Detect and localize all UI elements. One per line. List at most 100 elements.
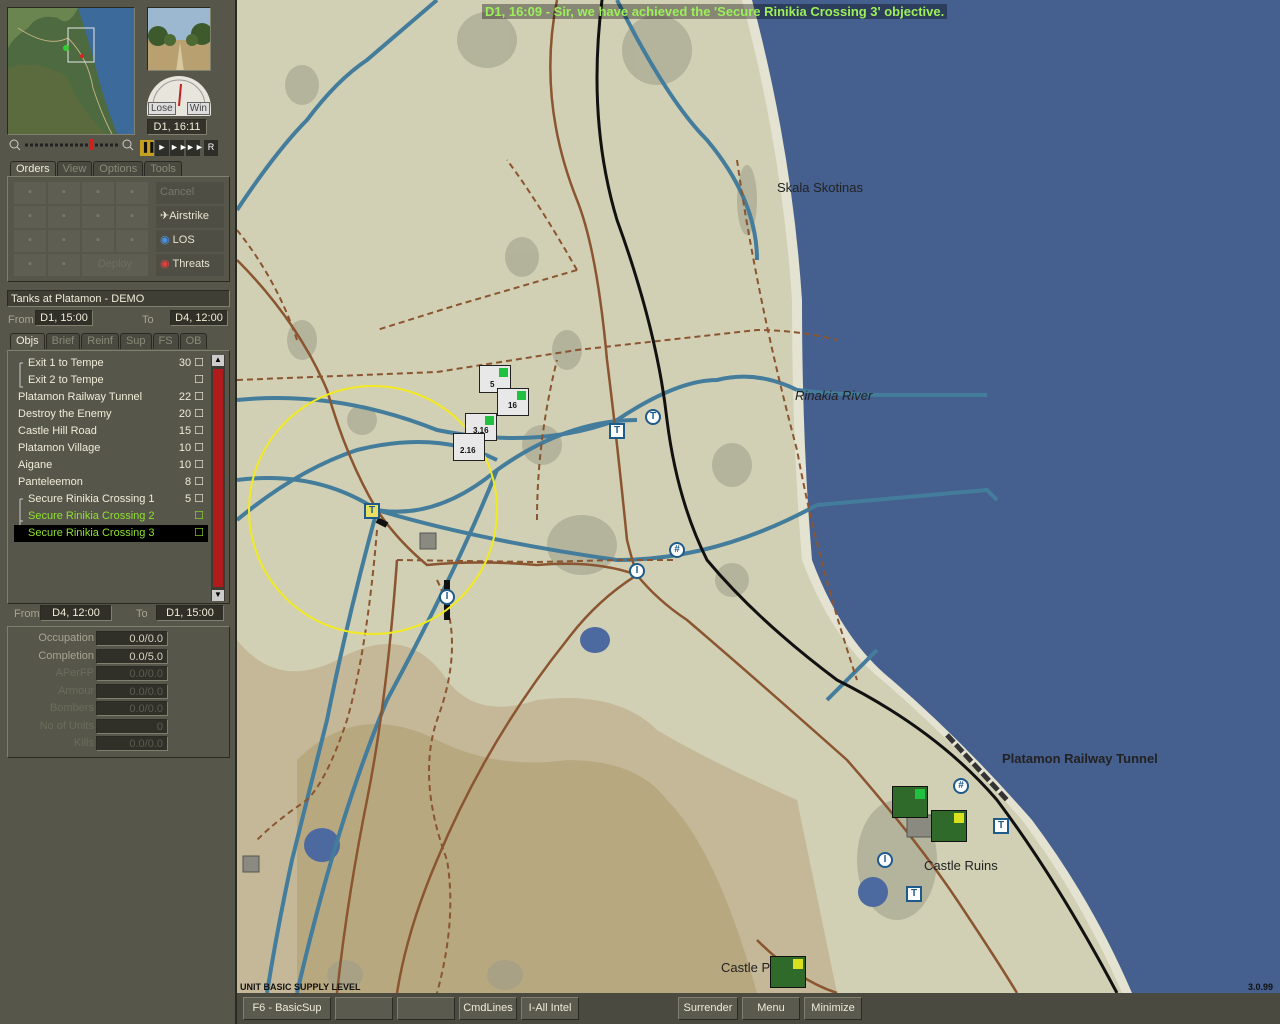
scroll-up-icon[interactable]: ▲ <box>212 355 224 366</box>
checkbox-icon[interactable]: ☐ <box>191 459 204 471</box>
objectives-scrollbar[interactable]: ▲ ▼ <box>211 355 225 601</box>
stat-label: No of Units <box>39 719 94 732</box>
objective-row[interactable]: Platamon Railway Tunnel 22 ☐ <box>14 389 208 406</box>
checkbox-icon[interactable]: ☐ <box>194 374 204 386</box>
obj-tab-reinf[interactable]: Reinf <box>81 333 119 349</box>
checkbox-icon[interactable]: ☐ <box>191 425 204 437</box>
order-cell-13[interactable]: ▪ <box>14 254 46 276</box>
turn-time: D1, 16:11 <box>147 119 207 135</box>
orders-panel: ▪ ▪ ▪ ▪ ▪ ▪ ▪ ▪ ▪ ▪ ▪ ▪ ▪ ▪ Deploy Cancel ✈Airstrik… <box>7 176 230 282</box>
friendly-unit[interactable] <box>770 956 806 988</box>
friendly-unit[interactable] <box>931 810 967 842</box>
surrender-button[interactable]: Surrender <box>678 997 738 1020</box>
menu-button[interactable]: Menu <box>742 997 800 1020</box>
obj-tab-sup[interactable]: Sup <box>119 333 152 349</box>
checkbox-icon[interactable]: ☐ <box>191 408 204 420</box>
minimize-button[interactable]: Minimize <box>804 997 862 1020</box>
tab-options[interactable]: Options <box>93 161 144 177</box>
objective-row[interactable]: Exit 1 to Tempe 30 ☐ <box>14 355 208 372</box>
obj-tab-fs[interactable]: FS <box>152 333 179 349</box>
obj-tab-objs[interactable]: Objs <box>10 333 45 349</box>
stat-row: Bombers 0.0/0.0 <box>14 701 224 717</box>
checkbox-icon[interactable]: ☐ <box>191 442 204 454</box>
threats-button[interactable]: ◉ Threats <box>156 254 224 276</box>
obj-tab-brief[interactable]: Brief <box>45 333 81 349</box>
order-cell-3[interactable]: ▪ <box>82 182 114 204</box>
objective-row[interactable]: Platamon Village 10 ☐ <box>14 440 208 457</box>
checkbox-icon[interactable]: ☐ <box>191 391 204 403</box>
checkbox-icon[interactable]: ☐ <box>191 357 204 369</box>
stat-value: 0.0/5.0 <box>96 648 168 664</box>
tab-orders[interactable]: Orders <box>10 161 56 177</box>
checkbox-icon[interactable]: ☐ <box>191 476 204 488</box>
objective-row[interactable]: Destroy the Enemy 20 ☐ <box>14 406 208 423</box>
stat-value: 0.0/0.0 <box>96 736 168 751</box>
replay-button[interactable]: R <box>204 140 218 156</box>
order-cell-12[interactable]: ▪ <box>116 230 148 252</box>
objective-name: Secure Rinikia Crossing 3 <box>28 527 155 539</box>
objectives-list[interactable]: Exit 1 to Tempe 30 ☐ Exit 2 to Tempe ☐ Plat… <box>14 355 208 599</box>
order-cell-6[interactable]: ▪ <box>48 206 80 228</box>
scroll-down-icon[interactable]: ▼ <box>212 590 224 601</box>
order-cell-4[interactable]: ▪ <box>116 182 148 204</box>
stat-label: Armour <box>57 684 94 697</box>
game-map[interactable]: D1, 16:09 - Sir, we have achieved the 'S… <box>237 0 1280 993</box>
objective-row[interactable]: Secure Rinikia Crossing 2 ☐ <box>14 508 208 525</box>
objective-name: Panteleemon <box>18 476 83 488</box>
objective-row[interactable]: Exit 2 to Tempe ☐ <box>14 372 208 389</box>
stat-row: No of Units 0 <box>14 718 224 735</box>
obj-from-value: D4, 12:00 <box>40 605 112 621</box>
faster-forward-button[interactable]: ►►► <box>186 140 213 156</box>
order-cell-2[interactable]: ▪ <box>48 182 80 204</box>
checkbox-icon[interactable]: ☐ <box>194 527 204 539</box>
airstrike-label: Airstrike <box>169 210 209 222</box>
obj-tab-ob[interactable]: OB <box>179 333 208 349</box>
basic-supply-button[interactable]: F6 - BasicSup <box>243 997 331 1020</box>
order-cell-9[interactable]: ▪ <box>14 230 46 252</box>
checkbox-icon[interactable]: ☐ <box>191 493 204 505</box>
cmdlines-button[interactable]: CmdLines <box>459 997 517 1020</box>
stat-value: 0.0/0.0 <box>96 631 168 646</box>
unit-counter[interactable]: 16 <box>497 388 529 416</box>
order-cell-7[interactable]: ▪ <box>82 206 114 228</box>
objective-name: Platamon Village <box>18 442 101 454</box>
objective-row[interactable]: Secure Rinikia Crossing 3 ☐ <box>14 525 208 542</box>
tab-view[interactable]: View <box>56 161 93 177</box>
airstrike-button[interactable]: ✈Airstrike <box>156 206 224 228</box>
crossing-icon: I <box>439 589 455 605</box>
unit-counter[interactable]: 2.16 <box>453 433 485 461</box>
blank-button-2[interactable] <box>397 997 455 1020</box>
play-button[interactable]: ► <box>155 140 169 156</box>
checkbox-icon[interactable]: ☐ <box>194 510 204 522</box>
order-cell-8[interactable]: ▪ <box>116 206 148 228</box>
cancel-button[interactable]: Cancel <box>156 182 224 204</box>
bridge-icon: T <box>993 818 1009 834</box>
los-button[interactable]: ◉ LOS <box>156 230 224 252</box>
deploy-button[interactable]: Deploy <box>82 254 148 276</box>
pause-button[interactable]: ▐▐ <box>140 140 154 156</box>
win-label: Win <box>186 102 210 115</box>
objective-name: Exit 1 to Tempe <box>28 357 104 369</box>
airstrike-icon: ✈ <box>160 210 170 222</box>
order-cell-14[interactable]: ▪ <box>48 254 80 276</box>
tab-tools[interactable]: Tools <box>144 161 182 177</box>
friendly-unit[interactable] <box>892 786 928 818</box>
order-cell-1[interactable]: ▪ <box>14 182 46 204</box>
order-cell-11[interactable]: ▪ <box>82 230 114 252</box>
stat-label: Completion <box>38 649 94 662</box>
order-cell-5[interactable]: ▪ <box>14 206 46 228</box>
objective-row[interactable]: Secure Rinikia Crossing 1 5 ☐ <box>14 491 208 508</box>
objective-name: Aigane <box>18 459 53 471</box>
objectives-panel: Exit 1 to Tempe 30 ☐ Exit 2 to Tempe ☐ Plat… <box>7 350 230 604</box>
zoom-slider[interactable] <box>7 138 135 152</box>
order-cell-10[interactable]: ▪ <box>48 230 80 252</box>
intel-button[interactable]: I-All Intel <box>521 997 579 1020</box>
objective-row[interactable]: Castle Hill Road 15 ☐ <box>14 423 208 440</box>
fast-forward-button[interactable]: ►► <box>170 140 188 156</box>
blank-button-1[interactable] <box>335 997 393 1020</box>
minimap[interactable] <box>7 7 135 135</box>
unit-status-icon <box>517 391 526 400</box>
objective-row[interactable]: Aigane 10 ☐ <box>14 457 208 474</box>
objective-row[interactable]: Panteleemon 8 ☐ <box>14 474 208 491</box>
objective-points: 8 ☐ <box>184 476 204 488</box>
